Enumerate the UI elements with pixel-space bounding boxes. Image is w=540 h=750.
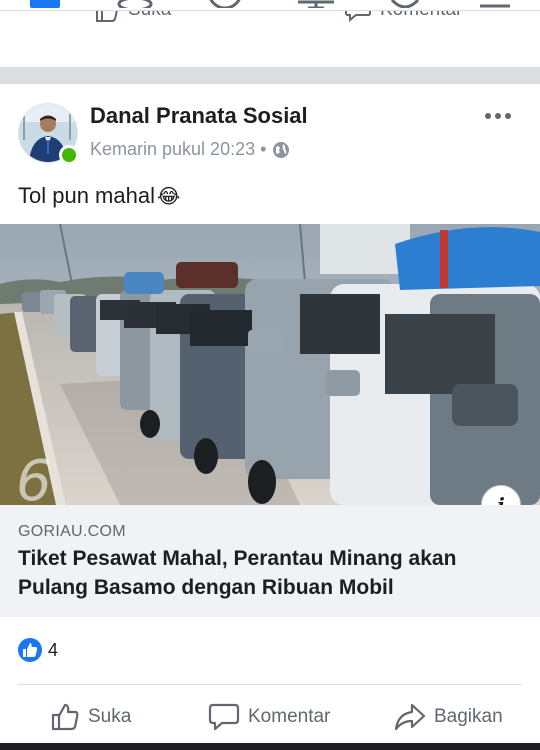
- previous-comment-button[interactable]: Komentar: [344, 11, 462, 23]
- share-arrow-icon: [394, 703, 426, 731]
- photo-watermark: 6: [16, 449, 52, 505]
- cars-traffic-photo: 6: [0, 224, 540, 505]
- more-options-icon[interactable]: [484, 110, 514, 124]
- thumbs-up-icon: [51, 703, 79, 731]
- previous-like-label: Suka: [128, 11, 171, 21]
- menu-icon[interactable]: [478, 0, 512, 8]
- share-button[interactable]: Bagikan: [394, 702, 503, 732]
- post-author-name[interactable]: Danal Pranata Sosial: [90, 103, 308, 129]
- post-message: Tol pun mahal 😂: [18, 183, 180, 209]
- like-label: Suka: [88, 706, 132, 727]
- feed-separator: [0, 67, 540, 84]
- online-status-dot: [59, 145, 79, 165]
- like-reaction-icon[interactable]: [18, 638, 42, 662]
- comment-label: Komentar: [248, 706, 331, 727]
- notifications-icon[interactable]: [386, 0, 424, 8]
- like-button[interactable]: Suka: [50, 702, 131, 732]
- top-navigation-bar: [0, 0, 540, 10]
- link-domain: GORIAU.COM: [18, 523, 126, 540]
- previous-comment-label: Komentar: [380, 11, 462, 21]
- comment-icon: [345, 11, 371, 23]
- post-message-text: Tol pun mahal: [18, 183, 155, 208]
- comment-icon: [208, 703, 240, 731]
- reaction-count[interactable]: 4: [48, 640, 58, 661]
- tears-of-joy-emoji: 😂: [156, 184, 181, 208]
- messenger-icon[interactable]: [206, 0, 244, 8]
- link-preview-image[interactable]: 6: [0, 224, 540, 505]
- link-headline[interactable]: Tiket Pesawat Mahal, Perantau Minang aka…: [18, 544, 518, 602]
- comment-button[interactable]: Komentar: [208, 702, 330, 732]
- public-globe-icon: [273, 141, 290, 158]
- thumbs-up-icon: [96, 11, 118, 22]
- share-label: Bagikan: [434, 706, 503, 727]
- bottom-edge: [0, 743, 540, 750]
- post-timestamp[interactable]: Kemarin pukul 20:23 •: [90, 139, 266, 160]
- post-meta: Kemarin pukul 20:23 •: [90, 139, 290, 160]
- previous-like-button[interactable]: Suka: [94, 11, 171, 23]
- home-icon[interactable]: [28, 0, 62, 8]
- action-divider: [18, 684, 522, 685]
- previous-post-action-bar: Suka Komentar: [0, 10, 540, 35]
- watch-icon[interactable]: [296, 0, 336, 8]
- friends-icon[interactable]: [116, 0, 154, 8]
- thumbs-up-icon: [23, 643, 38, 657]
